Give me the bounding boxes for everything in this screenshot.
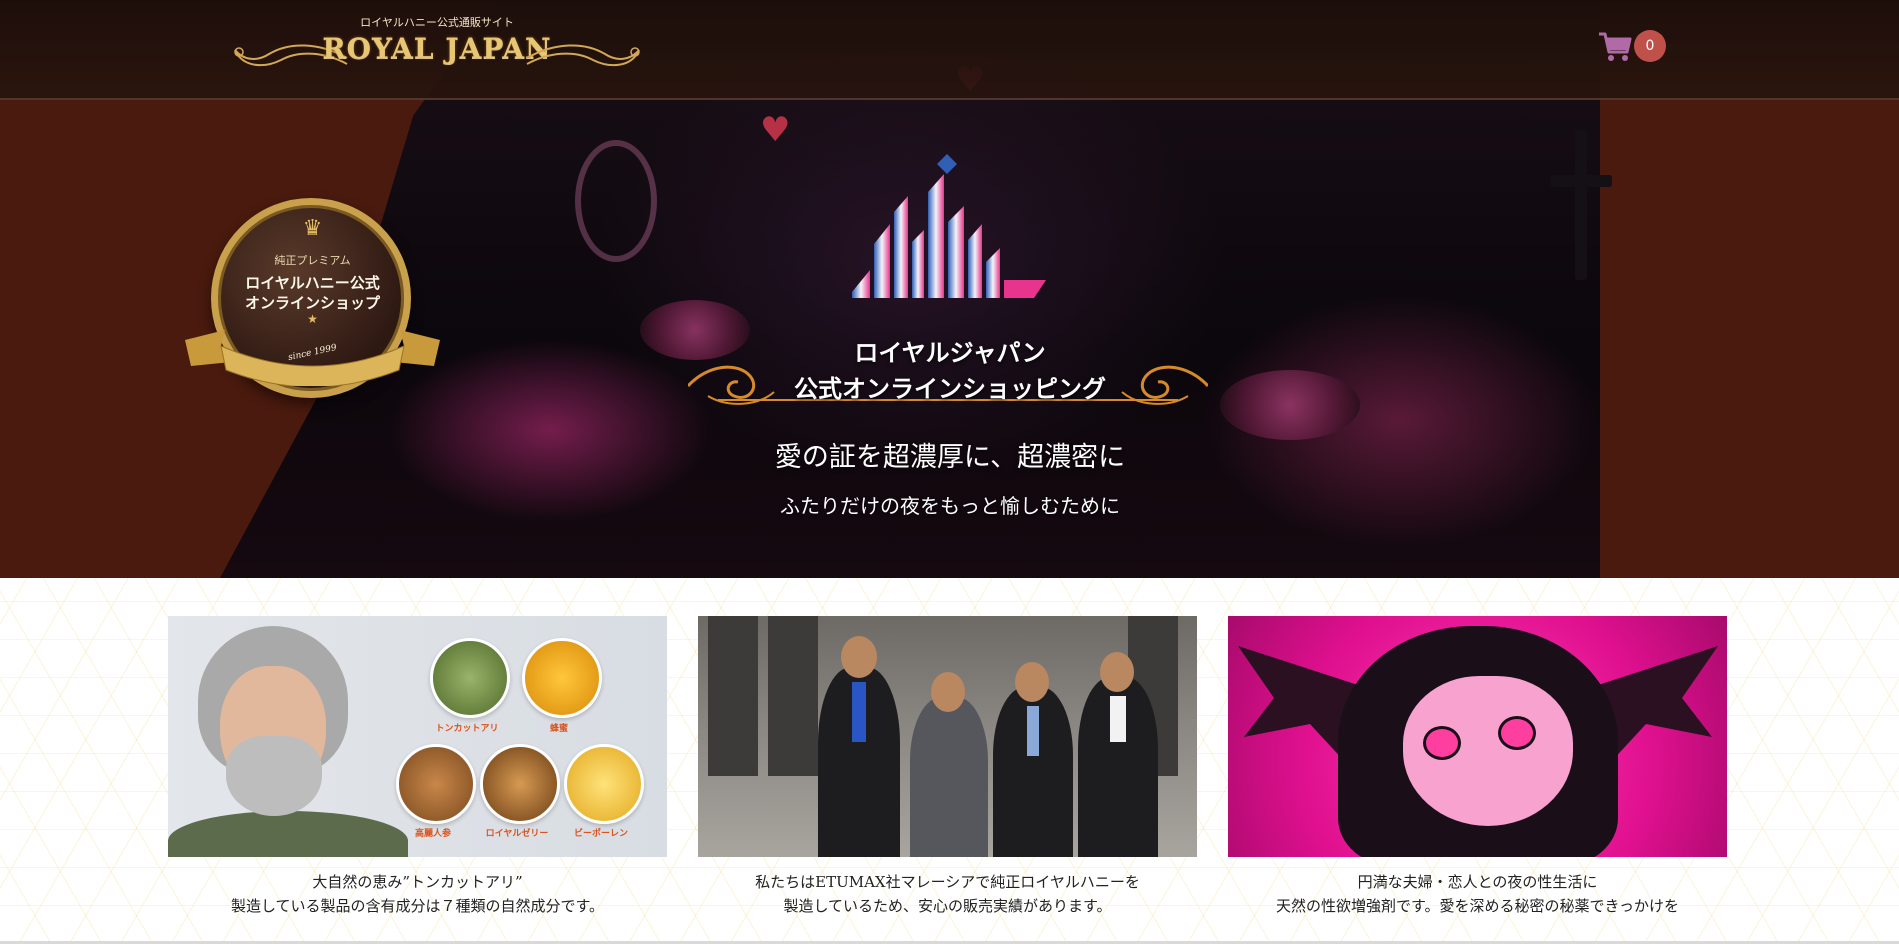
- ornament-right-icon: [526, 44, 640, 67]
- royal-jelly-icon: [480, 744, 560, 824]
- royal-japan-bars-logo: [852, 154, 1046, 298]
- card-caption-line-2: 製造しているため、安心の販売実績があります。: [783, 897, 1112, 915]
- brand-subtitle: ロイヤルハニー公式通販サイト: [360, 16, 514, 29]
- bee-pollen-icon: [564, 744, 644, 824]
- hero-subtitle: ふたりだけの夜をもっと愉しむために: [780, 494, 1120, 518]
- site-header: ロイヤルハニー公式通販サイト ROYAL JAPAN 0: [0, 0, 1899, 100]
- anime-illustration[interactable]: [1228, 616, 1727, 857]
- card-caption-line-1: 私たちはETUMAX社マレーシアで純正ロイヤルハニーを: [755, 873, 1140, 891]
- cart-count-badge: 0: [1634, 30, 1666, 62]
- hero-tagline: 愛の証を超濃厚に、超濃密に: [774, 442, 1126, 473]
- seal-line-2: オンラインショップ: [244, 294, 380, 312]
- card-caption-line-1: 大自然の恵み”トンカットアリ”: [312, 873, 523, 891]
- ingredient-label: ビーポーレン: [573, 829, 628, 839]
- ingredient-label: トンカットアリ: [435, 724, 499, 734]
- ginseng-icon: [396, 744, 476, 824]
- card-caption-line-2: 製造している製品の含有成分は７種類の自然成分です。: [230, 897, 605, 915]
- shopping-cart-icon: [1599, 32, 1632, 61]
- ingredients-image[interactable]: トンカットアリ 蜂蜜 高麗人参 ロイヤルゼリー ビーポーレン: [168, 616, 667, 857]
- card-caption-line-2: 天然の性欲増強剤です。愛を深める秘密の秘薬できっかけを: [1276, 897, 1679, 915]
- cross-earring-decoration: [1550, 130, 1612, 280]
- premium-seal: ♛ 純正プレミアム ロイヤルハニー公式 オンラインショップ ★ since 19…: [185, 198, 440, 403]
- seal-kicker: 純正プレミアム: [274, 254, 351, 267]
- star-icon: ★: [307, 312, 318, 326]
- card-caption-line-1: 円満な夫婦・恋人との夜の性生活に: [1357, 873, 1598, 891]
- hero-banner: ♥ ♥ ロイヤルハニー公式通販サイト ROYAL JAPAN 0: [0, 0, 1899, 578]
- brand-logo[interactable]: ロイヤルハニー公式通販サイト ROYAL JAPAN: [229, 14, 645, 80]
- feature-section: トンカットアリ 蜂蜜 高麗人参 ロイヤルゼリー ビーポーレン 大自然の恵み”トン…: [0, 578, 1899, 944]
- tongkat-ali-icon: [430, 638, 510, 718]
- team-photo[interactable]: [698, 616, 1197, 857]
- honey-icon: [522, 638, 602, 718]
- seal-line-1: ロイヤルハニー公式: [245, 274, 380, 292]
- crown-icon: ♛: [302, 216, 323, 241]
- cart-button[interactable]: 0: [1598, 28, 1670, 64]
- ingredient-label: 蜂蜜: [549, 724, 568, 734]
- hero-title-line-2: 公式オンラインショッピング: [794, 375, 1106, 403]
